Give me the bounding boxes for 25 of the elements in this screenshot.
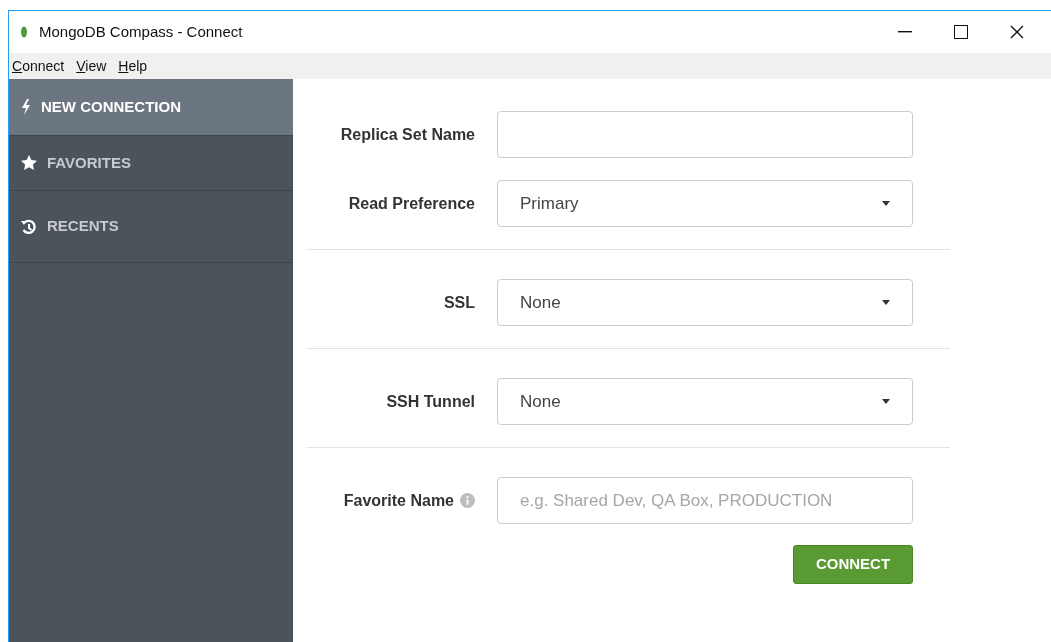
menu-item[interactable]: Help: [117, 55, 149, 77]
history-icon: [21, 218, 37, 235]
star-icon: [21, 155, 37, 171]
caret-icon: [882, 201, 890, 206]
dropdown[interactable]: None: [497, 378, 913, 425]
leaf-icon: [21, 26, 27, 38]
menu-item[interactable]: View: [75, 55, 108, 77]
dropdown[interactable]: Primary: [497, 180, 913, 227]
field-label: Replica Set Name: [340, 124, 475, 145]
text-field[interactable]: [497, 111, 913, 158]
field-label: SSH Tunnel: [386, 391, 475, 412]
text-field[interactable]: e.g. Shared Dev, QA Box, PRODUCTION: [497, 477, 913, 524]
minimize-icon: [898, 31, 912, 33]
menu-item[interactable]: Connect: [11, 55, 66, 77]
caret-icon: [882, 300, 890, 305]
sidebar-item[interactable]: NEW CONNECTION: [9, 79, 293, 136]
field-label: Read Preference: [348, 193, 475, 214]
field-label: Favorite Name: [343, 490, 454, 511]
maximize-icon: [954, 25, 968, 39]
bolt-icon: [21, 99, 31, 115]
dropdown[interactable]: None: [497, 279, 913, 326]
field-label: SSL: [443, 292, 475, 313]
close-icon: [1010, 25, 1024, 39]
window-title: MongoDB Compass - Connect: [39, 21, 243, 42]
caret-icon: [882, 399, 890, 404]
